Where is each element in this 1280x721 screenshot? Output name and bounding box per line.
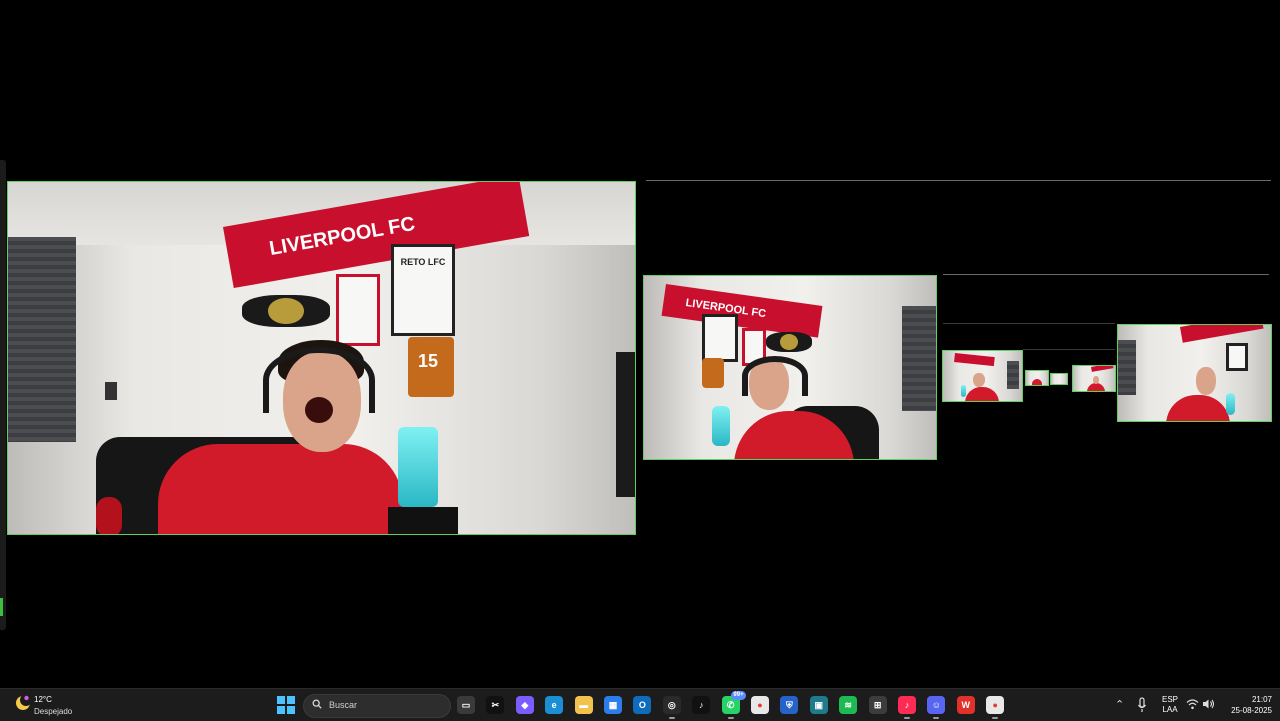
volume-icon[interactable] [1202, 698, 1215, 710]
weather-temperature: 12°C [34, 695, 52, 704]
chrome-profile-icon[interactable]: ● [986, 696, 1005, 719]
copilot-icon[interactable]: ◆ [515, 696, 534, 714]
capture-separator-line [943, 323, 1115, 324]
obs-studio-icon[interactable]: ◎ [662, 696, 681, 719]
language-code: ESP [1161, 695, 1178, 704]
discord-icon[interactable]: ☺ [927, 696, 946, 719]
webcam-preview-level-2[interactable]: LIVERPOOL FC [643, 275, 937, 460]
taskbar: 12°C Despejado Buscar ▭ ✂ ◆ e ▬ ▦ O ◎ ♪ ✆ 99+ ● ⛨ ▣ ≋ ⊞… [0, 688, 1280, 721]
windows-security-icon[interactable]: ⛨ [780, 696, 799, 714]
running-indicator [933, 717, 940, 719]
edge-icon[interactable]: e [545, 696, 564, 714]
chrome-icon[interactable]: ● [751, 696, 769, 714]
search-box[interactable]: Buscar [303, 694, 451, 718]
start-button[interactable] [277, 696, 295, 714]
microsoft-store-icon[interactable]: ▦ [604, 696, 622, 714]
weather-condition: Despejado [34, 707, 73, 716]
microphone-icon[interactable] [1137, 697, 1147, 713]
webcam-preview-level-7[interactable] [1050, 373, 1068, 385]
running-indicator [904, 717, 910, 719]
calculator-icon[interactable]: ⊞ [868, 696, 887, 714]
weather-widget[interactable]: 12°C Despejado [14, 692, 114, 718]
webcam-preview-level-5[interactable] [1072, 365, 1116, 392]
running-indicator [668, 717, 675, 719]
clock-time: 21:07 [1251, 695, 1272, 704]
input-language-indicator[interactable]: ESP LAA [1160, 695, 1180, 715]
wps-office-icon[interactable]: W [956, 696, 975, 714]
file-explorer-icon[interactable]: ▬ [574, 696, 593, 714]
poster-text: RETO LFC [400, 257, 446, 268]
running-indicator [727, 717, 734, 719]
search-placeholder: Buscar [329, 700, 358, 710]
webcam-preview-main[interactable]: LIVERPOOL FC RETO LFC 15 [7, 181, 636, 535]
wifi-icon[interactable] [1186, 698, 1199, 710]
spotify-icon[interactable]: ≋ [839, 696, 858, 714]
webcam-preview-level-6[interactable] [1025, 370, 1049, 386]
task-view-icon[interactable]: ▭ [457, 696, 475, 714]
webcam-preview-level-3[interactable] [1117, 324, 1272, 422]
keyboard-layout-code: LAA [1162, 705, 1178, 714]
window-edge-indicator [0, 598, 3, 616]
outlook-icon[interactable]: O [633, 696, 652, 714]
system-clock[interactable]: 21:07 25-08-2025 [1222, 694, 1272, 716]
photos-icon[interactable]: ▣ [809, 696, 828, 714]
tiktok-live-studio-icon[interactable]: ♪ [898, 696, 916, 719]
notification-badge: 99+ [731, 691, 746, 700]
capture-separator-line [1023, 349, 1115, 350]
desktop-canvas: LIVERPOOL FC RETO LFC 15 LIVERPOOL FC [0, 0, 1280, 688]
clock-date: 25-08-2025 [1231, 706, 1272, 715]
running-indicator [992, 717, 999, 719]
weather-night-icon [16, 694, 32, 710]
capture-separator-line [943, 274, 1269, 275]
search-icon [312, 699, 322, 709]
webcam-preview-level-4[interactable] [942, 350, 1023, 402]
show-hidden-icons-chevron-icon[interactable]: ⌃ [1115, 698, 1124, 711]
whatsapp-icon[interactable]: ✆ 99+ [721, 691, 746, 719]
capture-separator-line [646, 180, 1271, 181]
tiktok-icon[interactable]: ♪ [692, 696, 711, 714]
capcut-icon[interactable]: ✂ [486, 696, 505, 714]
window-edge-strip [0, 160, 6, 630]
sign-text: 15 [418, 351, 439, 371]
